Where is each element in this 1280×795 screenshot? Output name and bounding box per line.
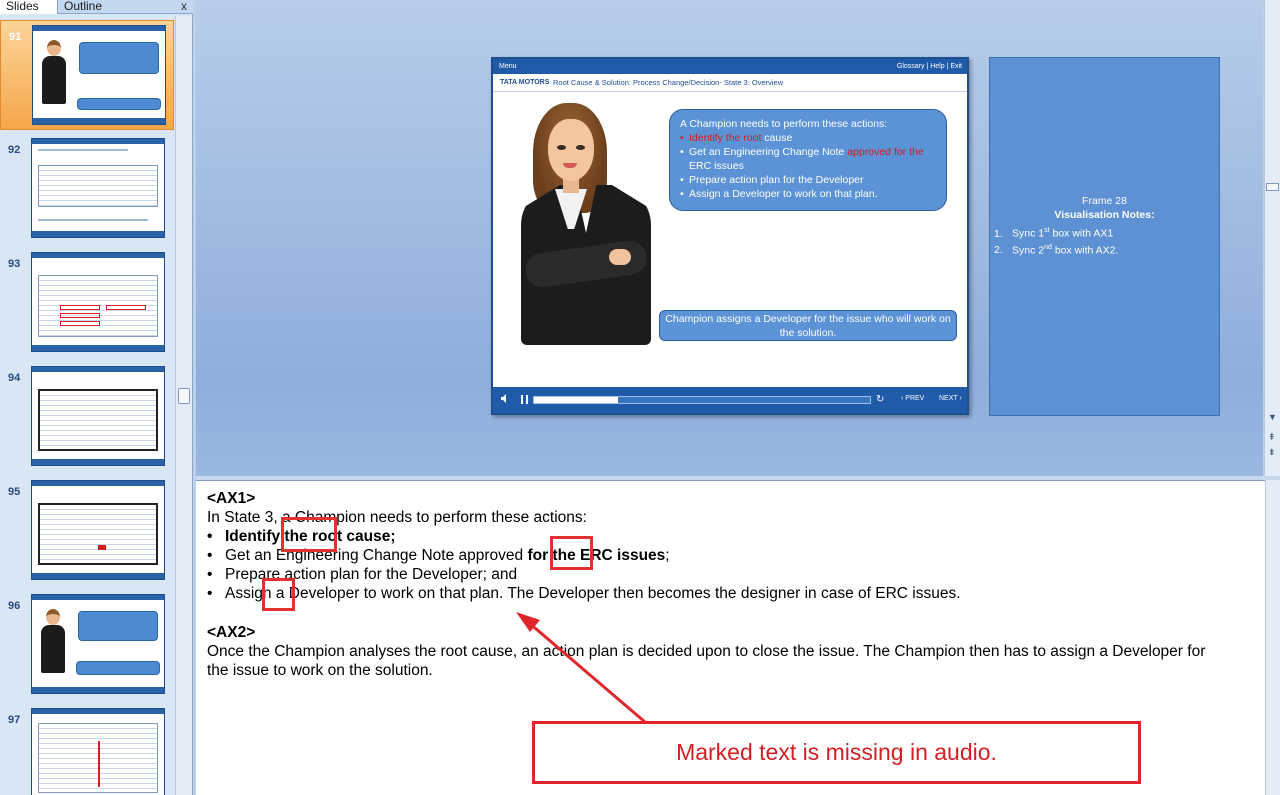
slide-thumbnail-97[interactable]: 97 [0,704,174,795]
slide-thumbnail-96[interactable]: 96 [0,590,174,700]
slide-thumbnail-91[interactable]: 91 [0,20,174,130]
slide-title: Root Cause & Solution: Process Change/De… [553,78,784,87]
glossary-help-exit-links[interactable]: Glossary | Help | Exit [897,59,962,74]
missing-audio-highlight-box [550,536,593,570]
slide-preview [31,480,165,580]
ax2-tag: <AX2> [207,624,256,641]
visualisation-notes-title: Visualisation Notes: [1054,209,1155,221]
scrollbar-grip-icon[interactable] [178,388,190,404]
next-slide-icon[interactable]: ⇟ [1268,447,1276,458]
bubble-item-2: Get an Engineering Change Note approved … [680,145,936,173]
progress-bar[interactable] [533,396,871,404]
ax2-line-1: Once the Champion analyses the root caus… [207,643,1206,660]
visualisation-notes-list: 1. Sync 1st box with AX1 2. Sync 2nd box w… [994,224,1118,257]
menu-link[interactable]: Menu [499,59,517,74]
notes-scrollbar[interactable] [1265,480,1280,795]
bubble-intro: A Champion needs to perform these action… [680,118,888,130]
actions-callout-bubble: A Champion needs to perform these action… [669,109,947,211]
player-controls: ↻ ‹ PREV NEXT › [493,387,967,413]
slide-preview [31,594,165,694]
slide-scrollbar[interactable]: ▼ ⇞ ⇟ [1264,0,1280,476]
developer-callout-bubble: Champion assigns a Developer for the iss… [659,310,957,341]
slide-preview [31,366,165,466]
slide-number: 91 [9,31,22,43]
bubble-item-3: Prepare action plan for the Developer [680,173,936,187]
annotation-callout: Marked text is missing in audio. [532,721,1141,784]
pane-tabs: Slides Outline x [0,0,193,14]
player-top-bar: Menu Glossary | Help | Exit [493,59,967,74]
slide-thumbnail-list: 91 92 93 94 95 96 97 [0,16,174,795]
slide-number: 93 [8,258,21,270]
notes-bullet-4: • Assign a Developer to work on that plan… [207,585,961,602]
scroll-down-arrow-icon[interactable]: ▼ [1268,412,1277,422]
frame-label: Frame 28 [1082,195,1127,207]
slide-preview [31,138,165,238]
champion-avatar-image [511,99,661,349]
slide-number: 94 [8,372,21,384]
bubble-item-1: Identify the root cause [680,131,936,145]
slide-number: 97 [8,714,21,726]
slide-thumbnail-93[interactable]: 93 [0,248,174,358]
ax2-line-2: the issue to work on the solution. [207,662,433,679]
slide-number: 96 [8,600,21,612]
notes-item: 1. Sync 1st box with AX1 [994,227,1114,240]
close-pane-icon[interactable]: x [181,0,187,12]
brand-logo: TATA MOTORS [500,79,550,86]
previous-slide-icon[interactable]: ⇞ [1268,432,1276,443]
slide-number: 95 [8,486,21,498]
tab-outline[interactable]: Outline [58,0,118,14]
ax1-tag: <AX1> [207,490,256,507]
pause-icon[interactable] [521,395,528,404]
replay-icon[interactable]: ↻ [876,394,884,405]
slide-preview [32,25,166,125]
slide-preview [31,708,165,795]
thumbnail-scrollbar[interactable] [175,16,192,795]
missing-audio-highlight-box [262,578,295,611]
slide-thumbnail-92[interactable]: 92 [0,134,174,244]
bubble-item-4: Assign a Developer to work on that plan. [680,187,936,201]
slide-thumbnail-94[interactable]: 94 [0,362,174,472]
notes-item: 2. Sync 2nd box with AX2. [994,243,1119,257]
prev-button[interactable]: ‹ PREV [901,395,924,402]
scrollbar-grip-icon[interactable] [1266,183,1279,191]
slide-number: 92 [8,144,21,156]
slide-preview [31,252,165,352]
slides-pane: Slides Outline x 91 92 93 94 95 96 97 [0,0,193,795]
progress-fill [534,397,618,403]
course-player: Menu Glossary | Help | Exit TATA MOTORS … [491,57,969,415]
ax1-intro: In State 3, a Champion needs to perform … [207,509,587,526]
missing-audio-highlight-box [281,517,337,552]
notes-bullet-2: • Get an Engineering Change Note approved… [207,547,670,564]
next-button[interactable]: NEXT › [939,395,962,402]
tab-slides[interactable]: Slides [0,0,58,14]
visualisation-notes-box: Frame 28 Visualisation Notes: 1. Sync 1st… [989,57,1220,416]
speaker-icon[interactable] [501,394,509,403]
notes-bullet-3: • Prepare action plan for the Developer; … [207,566,518,583]
slide-canvas: A Champion needs to perform these action… [493,93,967,389]
slide-thumbnail-95[interactable]: 95 [0,476,174,586]
player-header: TATA MOTORS Root Cause & Solution: Proce… [493,74,967,92]
